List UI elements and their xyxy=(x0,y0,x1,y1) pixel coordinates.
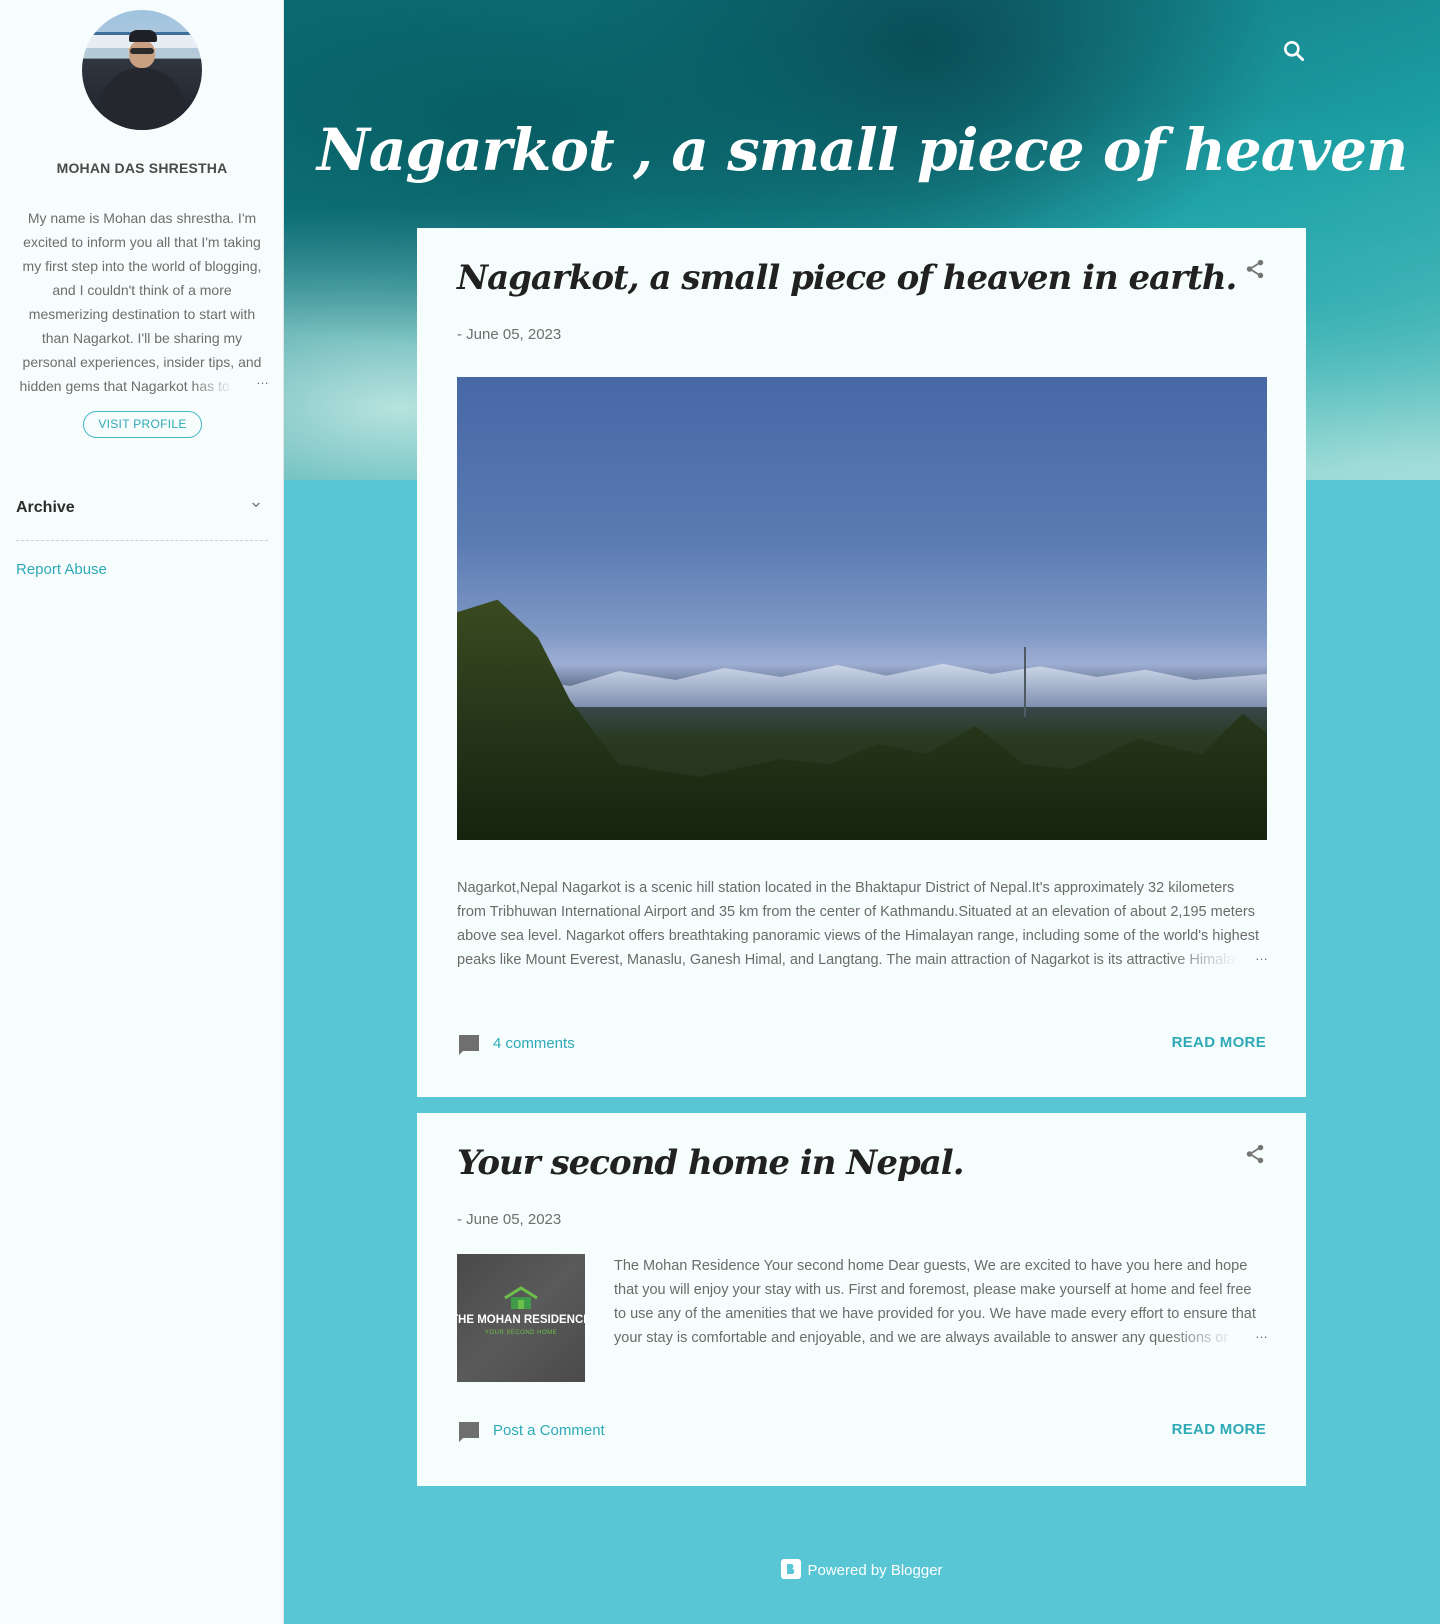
excerpt-fade xyxy=(1167,1326,1267,1350)
sidebar: MOHAN DAS SHRESTHA My name is Mohan das … xyxy=(0,0,284,1624)
post-date[interactable]: - June 05, 2023 xyxy=(457,1211,561,1228)
hero-mountains xyxy=(457,663,1267,707)
hero-trees xyxy=(457,599,1267,840)
post-hero-image[interactable] xyxy=(457,377,1267,840)
hero-mast xyxy=(1024,647,1026,717)
comment-icon[interactable] xyxy=(457,1420,481,1444)
search-icon[interactable] xyxy=(1281,38,1307,64)
visit-profile-button[interactable]: VISIT PROFILE xyxy=(83,411,202,438)
post-title[interactable]: Nagarkot, a small piece of heaven in ear… xyxy=(457,258,1237,298)
archive-label: Archive xyxy=(16,499,75,516)
chevron-down-icon[interactable] xyxy=(248,497,264,513)
share-icon[interactable] xyxy=(1244,1143,1266,1165)
read-more-link[interactable]: READ MORE xyxy=(1172,1421,1266,1438)
author-bio: My name is Mohan das shrestha. I'm excit… xyxy=(19,210,265,394)
comment-icon[interactable] xyxy=(457,1033,481,1057)
post-excerpt: Nagarkot,Nepal Nagarkot is a scenic hill… xyxy=(457,880,1260,968)
powered-by-blogger-link[interactable]: Powered by Blogger xyxy=(807,1562,942,1579)
excerpt-ellipsis: … xyxy=(1255,1326,1268,1341)
post-thumbnail[interactable]: THE MOHAN RESIDENCE YOUR SECOND HOME xyxy=(457,1254,585,1382)
post-comment-link[interactable]: Post a Comment xyxy=(493,1422,605,1439)
blog-title[interactable]: Nagarkot , a small piece of heaven xyxy=(284,116,1440,184)
blogger-icon[interactable] xyxy=(781,1559,802,1579)
comments-link[interactable]: 4 comments xyxy=(493,1035,575,1052)
post-card: Nagarkot, a small piece of heaven in ear… xyxy=(417,228,1306,1097)
avatar-glasses xyxy=(130,48,154,54)
excerpt-ellipsis: … xyxy=(1255,948,1268,963)
bio-ellipsis: … xyxy=(256,372,269,387)
avatar-body xyxy=(100,68,184,130)
archive-widget[interactable]: Archive xyxy=(16,497,268,541)
house-logo-icon xyxy=(504,1286,538,1309)
avatar-face xyxy=(129,40,155,68)
share-icon[interactable] xyxy=(1244,258,1266,280)
post-date[interactable]: - June 05, 2023 xyxy=(457,326,561,343)
thumbnail-tagline: YOUR SECOND HOME xyxy=(484,1330,558,1336)
post-card: Your second home in Nepal. - June 05, 20… xyxy=(417,1113,1306,1486)
post-title[interactable]: Your second home in Nepal. xyxy=(457,1143,965,1183)
read-more-link[interactable]: READ MORE xyxy=(1172,1034,1266,1051)
footer: Powered by Blogger xyxy=(284,1559,1440,1579)
avatar-cap xyxy=(129,30,157,42)
author-avatar[interactable] xyxy=(82,10,202,130)
report-abuse-link[interactable]: Report Abuse xyxy=(16,561,107,578)
excerpt-fade xyxy=(1167,948,1267,972)
thumbnail-brand: THE MOHAN RESIDENCE xyxy=(457,1314,585,1326)
bio-fade xyxy=(190,372,266,396)
author-name[interactable]: MOHAN DAS SHRESTHA xyxy=(0,160,284,176)
